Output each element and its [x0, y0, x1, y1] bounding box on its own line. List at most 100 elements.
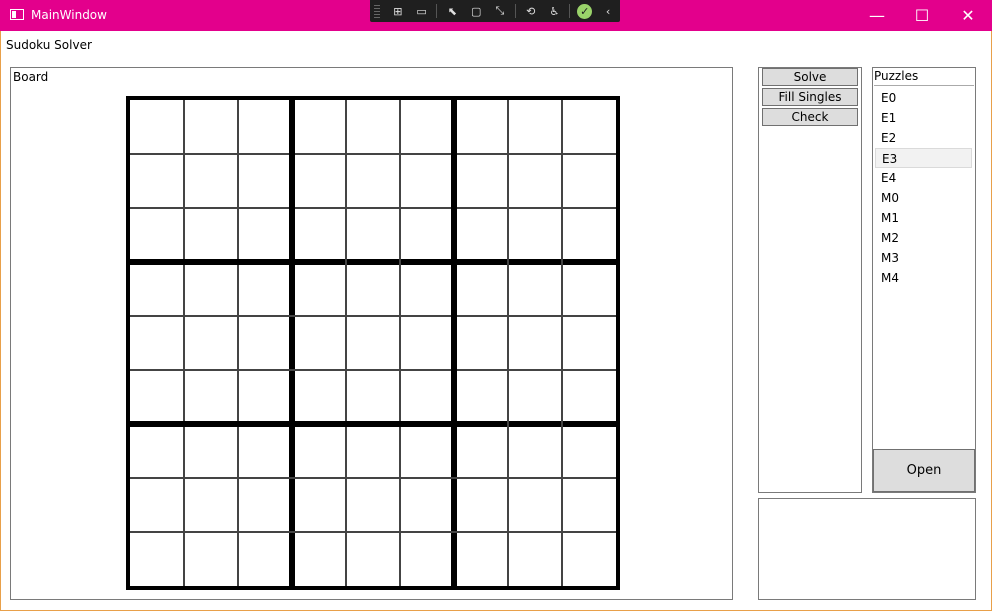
sudoku-cell[interactable]: [292, 370, 346, 424]
puzzle-list-item[interactable]: M3: [875, 248, 972, 268]
fill-singles-button[interactable]: Fill Singles: [762, 88, 858, 106]
sudoku-cell[interactable]: [130, 262, 184, 316]
accessibility-icon[interactable]: ♿: [546, 3, 564, 19]
track-focus-icon[interactable]: ⤡: [491, 3, 509, 19]
sudoku-cell[interactable]: [400, 316, 454, 370]
sudoku-cell[interactable]: [562, 532, 616, 586]
live-visual-tree-icon[interactable]: ⊞: [389, 3, 407, 19]
sudoku-cell[interactable]: [562, 262, 616, 316]
puzzle-list-item[interactable]: M2: [875, 228, 972, 248]
sudoku-cell[interactable]: [346, 262, 400, 316]
sudoku-cell[interactable]: [184, 532, 238, 586]
sudoku-cell[interactable]: [238, 424, 292, 478]
sudoku-cell[interactable]: [292, 316, 346, 370]
sudoku-cell[interactable]: [130, 532, 184, 586]
sudoku-cell[interactable]: [346, 208, 400, 262]
sudoku-cell[interactable]: [508, 100, 562, 154]
sudoku-cell[interactable]: [184, 154, 238, 208]
sudoku-cell[interactable]: [508, 154, 562, 208]
sudoku-cell[interactable]: [130, 154, 184, 208]
sudoku-cell[interactable]: [400, 262, 454, 316]
sudoku-cell[interactable]: [292, 532, 346, 586]
sudoku-cell[interactable]: [184, 316, 238, 370]
sudoku-cell[interactable]: [184, 478, 238, 532]
sudoku-cell[interactable]: [292, 478, 346, 532]
sudoku-cell[interactable]: [454, 208, 508, 262]
sudoku-cell[interactable]: [454, 478, 508, 532]
sudoku-cell[interactable]: [508, 478, 562, 532]
sudoku-cell[interactable]: [292, 424, 346, 478]
sudoku-cell[interactable]: [508, 370, 562, 424]
sudoku-cell[interactable]: [238, 478, 292, 532]
sudoku-cell[interactable]: [400, 478, 454, 532]
open-button[interactable]: Open: [873, 449, 975, 492]
sudoku-cell[interactable]: [400, 208, 454, 262]
sudoku-cell[interactable]: [454, 316, 508, 370]
sudoku-cell[interactable]: [238, 316, 292, 370]
title-bar[interactable]: MainWindow ⊞ ▭ ⬉ ▢ ⤡ ⟲ ♿ ✓ ‹ — ☐ ✕: [0, 0, 992, 31]
sudoku-cell[interactable]: [130, 424, 184, 478]
sudoku-cell[interactable]: [292, 100, 346, 154]
sudoku-cell[interactable]: [238, 100, 292, 154]
sudoku-cell[interactable]: [400, 370, 454, 424]
sudoku-cell[interactable]: [184, 424, 238, 478]
sudoku-cell[interactable]: [508, 424, 562, 478]
sudoku-cell[interactable]: [454, 262, 508, 316]
sudoku-cell[interactable]: [130, 100, 184, 154]
sudoku-cell[interactable]: [400, 424, 454, 478]
sudoku-cell[interactable]: [400, 100, 454, 154]
sudoku-cell[interactable]: [238, 208, 292, 262]
sudoku-cell[interactable]: [454, 100, 508, 154]
close-button[interactable]: ✕: [945, 0, 991, 31]
check-button[interactable]: Check: [762, 108, 858, 126]
sudoku-cell[interactable]: [346, 100, 400, 154]
puzzle-list-item[interactable]: E3: [875, 148, 972, 168]
sudoku-cell[interactable]: [184, 262, 238, 316]
sudoku-cell[interactable]: [562, 424, 616, 478]
puzzle-list-item[interactable]: M1: [875, 208, 972, 228]
solve-button[interactable]: Solve: [762, 68, 858, 86]
collapse-toolbar-icon[interactable]: ‹: [599, 3, 617, 19]
sudoku-cell[interactable]: [454, 424, 508, 478]
sudoku-cell[interactable]: [184, 100, 238, 154]
hot-reload-icon[interactable]: ⟲: [522, 3, 540, 19]
sudoku-cell[interactable]: [454, 154, 508, 208]
sudoku-cell[interactable]: [238, 154, 292, 208]
sudoku-cell[interactable]: [400, 532, 454, 586]
sudoku-cell[interactable]: [454, 532, 508, 586]
sudoku-cell[interactable]: [562, 208, 616, 262]
sudoku-cell[interactable]: [508, 316, 562, 370]
puzzle-list-item[interactable]: E0: [875, 88, 972, 108]
sudoku-cell[interactable]: [400, 154, 454, 208]
sudoku-cell[interactable]: [184, 208, 238, 262]
sudoku-cell[interactable]: [238, 262, 292, 316]
sudoku-cell[interactable]: [130, 208, 184, 262]
sudoku-cell[interactable]: [562, 370, 616, 424]
sudoku-cell[interactable]: [238, 370, 292, 424]
sudoku-cell[interactable]: [562, 478, 616, 532]
sudoku-cell[interactable]: [184, 370, 238, 424]
sudoku-cell[interactable]: [562, 154, 616, 208]
sudoku-cell[interactable]: [346, 154, 400, 208]
sudoku-cell[interactable]: [346, 370, 400, 424]
puzzle-list-item[interactable]: M0: [875, 188, 972, 208]
sudoku-cell[interactable]: [562, 100, 616, 154]
sudoku-cell[interactable]: [238, 532, 292, 586]
maximize-button[interactable]: ☐: [899, 0, 945, 31]
sudoku-cell[interactable]: [292, 154, 346, 208]
sudoku-cell[interactable]: [346, 532, 400, 586]
sudoku-cell[interactable]: [292, 262, 346, 316]
toolbar-grip-icon[interactable]: [374, 4, 380, 18]
check-status-icon[interactable]: ✓: [577, 3, 593, 19]
sudoku-cell[interactable]: [130, 316, 184, 370]
sudoku-cell[interactable]: [346, 478, 400, 532]
puzzle-list-item[interactable]: E4: [875, 168, 972, 188]
sudoku-cell[interactable]: [508, 262, 562, 316]
select-element-icon[interactable]: ⬉: [443, 3, 461, 19]
sudoku-cell[interactable]: [562, 316, 616, 370]
puzzle-list-item[interactable]: E1: [875, 108, 972, 128]
display-layout-adorners-icon[interactable]: ▢: [467, 3, 485, 19]
puzzle-list[interactable]: E0 E1 E2 E3 E4 M0 M1 M2 M3 M4: [874, 85, 974, 449]
puzzle-list-item[interactable]: E2: [875, 128, 972, 148]
sudoku-cell[interactable]: [346, 316, 400, 370]
